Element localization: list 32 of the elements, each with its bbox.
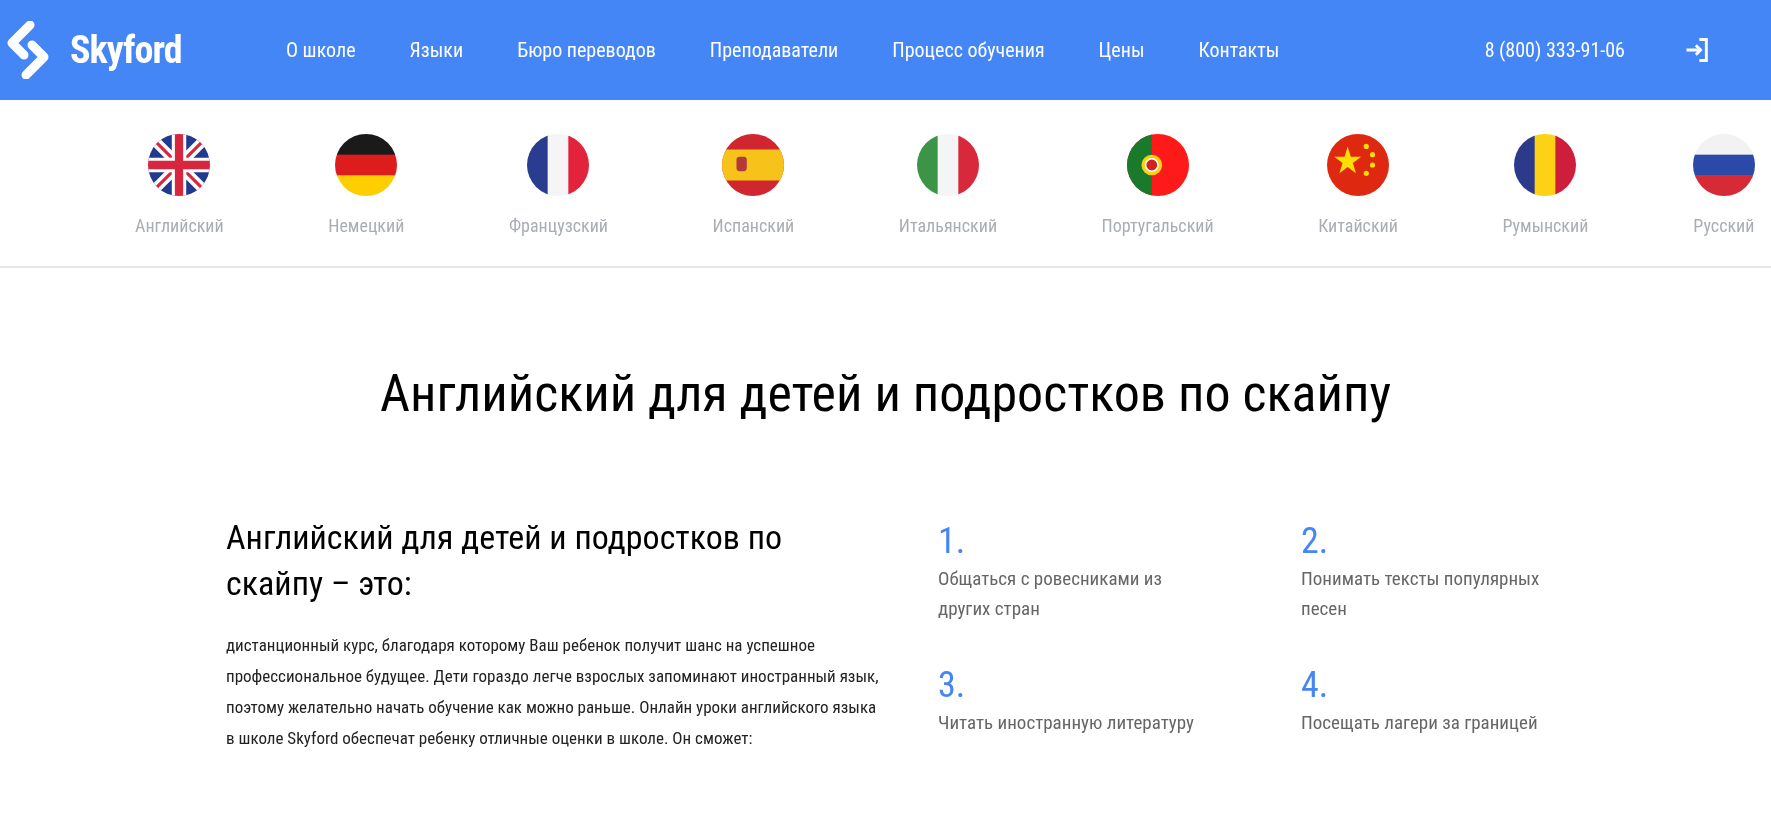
language-link[interactable]: Испанский [712, 212, 795, 239]
language-link[interactable]: Французский [508, 212, 608, 239]
benefit-text: Понимать тексты популярных песен [1301, 566, 1541, 622]
flag-icon[interactable] [527, 134, 590, 196]
intro-paragraph: дистанционный курс, благодаря которому Ваш ребенок получит шанс на успешное профессиональное будущее. Дети гораздо легче взрослых запоминают иностранный язык, поэтому желательно начать обучение как можно раньше. Онлайн уроки английского языка в школе Skyford обеспечат ребенку отличные оценки в школе. Он сможет: [226, 634, 880, 750]
benefit-text: Посещать лагери за границей [1301, 710, 1539, 736]
language-link[interactable]: Русский [1693, 212, 1755, 239]
nav-link[interactable]: Бюро переводов [517, 35, 656, 65]
logo-text: Skyford [70, 26, 182, 74]
nav-link[interactable]: Контакты [1198, 35, 1280, 65]
benefit-number: 4. [1301, 663, 1330, 708]
nav-link[interactable]: О школе [286, 35, 356, 65]
phone-number[interactable]: 8 (800) 333-91-06 [1484, 35, 1625, 65]
language-link[interactable]: Румынский [1502, 212, 1589, 239]
flag-icon[interactable] [1514, 134, 1577, 196]
language-link[interactable]: Китайский [1318, 212, 1398, 239]
nav-link[interactable]: Преподаватели [709, 35, 839, 65]
flag-icon[interactable] [335, 134, 398, 196]
language-link[interactable]: Португальский [1101, 212, 1214, 239]
section-heading: Английский для детей и подростков по скайпу – это: [226, 516, 784, 605]
benefit-number: 2. [1301, 519, 1330, 564]
benefit-number: 3. [938, 663, 967, 708]
language-link[interactable]: Немецкий [328, 212, 405, 239]
benefit-number: 1. [938, 519, 967, 564]
benefit-text: Общаться с ровесниками из других стран [938, 566, 1163, 622]
nav-link[interactable]: Языки [409, 35, 464, 65]
nav-link[interactable]: Цены [1098, 35, 1145, 65]
benefit-text: Читать иностранную литературу [938, 710, 1195, 736]
language-link[interactable]: Английский [135, 212, 224, 239]
flag-icon[interactable] [1692, 134, 1755, 196]
nav-link[interactable]: Процесс обучения [892, 35, 1045, 65]
language-link[interactable]: Итальянский [898, 212, 998, 239]
